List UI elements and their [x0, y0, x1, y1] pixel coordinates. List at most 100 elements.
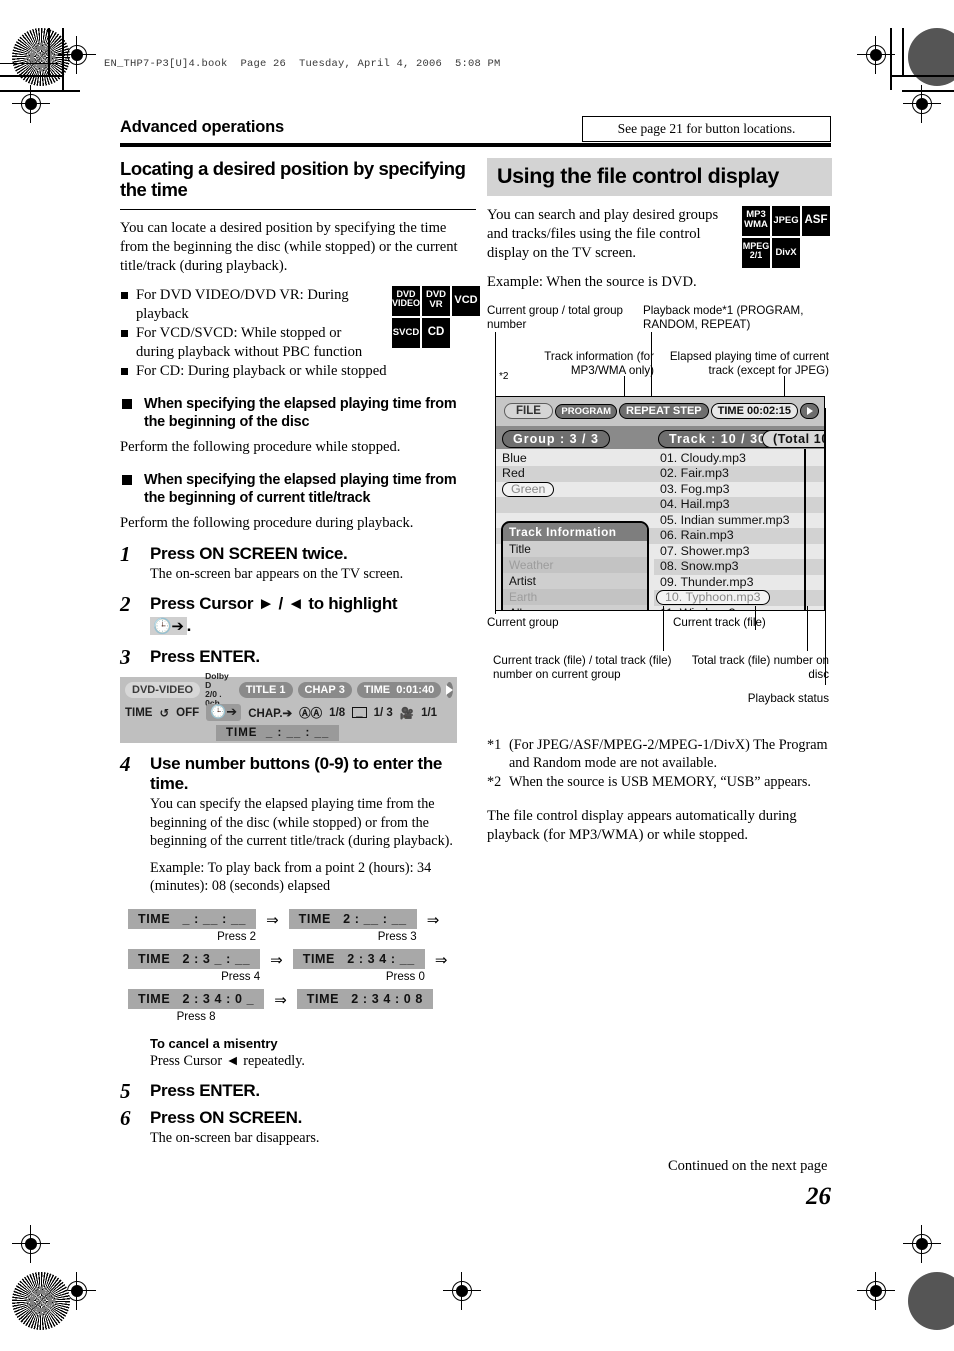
sub2-text: Perform the following procedure during p… [120, 514, 414, 531]
press-label: Press 0 [385, 971, 425, 984]
fcd-track-information-box: Track Information Title Weather Artist E… [501, 520, 649, 610]
step-heading: Press Cursor ► / ◄ to highlight [150, 594, 398, 614]
fcd-track-pane: Track : 10 / 30 (Total 1000) 01. Cloudy.… [654, 425, 824, 610]
time-entry-sequence: TIME _ : __ : __ Press 2 ⇒ TIME 2 : __ :… [128, 909, 476, 1023]
fcd-track-row[interactable]: 03. Fog.mp3 [654, 481, 824, 498]
fcd-group-row[interactable]: Red [496, 466, 654, 482]
format-logo-group: MP3 WMA JPEG ASF MPEG 2/1 DivX [742, 206, 832, 268]
footnote-2: *2 When the source is USB MEMORY, “USB” … [487, 773, 832, 791]
fcd-badge-time: TIME 00:02:15 [710, 403, 798, 420]
fcd-group-row[interactable]: Blue [496, 450, 654, 467]
fcd-track-row[interactable]: 01. Cloudy.mp3 [654, 450, 824, 467]
fcd-selected-track-label: 10. Typhoon.mp3 [656, 590, 770, 606]
osd-repeat-icon: ↺ [159, 705, 170, 720]
annotation-current-group-total: Current group / total group number [487, 303, 623, 331]
osd-audio-icon: ⒶⒶ [299, 705, 323, 720]
time-entry-box: TIME 2 : 3 _ : __ [128, 949, 261, 970]
step-number: 6 [120, 1106, 131, 1131]
fcd-track-row[interactable]: 02. Fair.mp3 [654, 466, 824, 482]
time-entry-box: TIME _ : __ : __ [128, 909, 257, 930]
fcd-track-info-label: Album [503, 605, 647, 610]
on-screen-bar-graphic: DVD-VIDEO Dolby D 2/0 . 0ch TITLE 1 CHAP… [120, 671, 457, 744]
step-number: 5 [120, 1079, 131, 1104]
document-page: EN_THP7-P3[U]4.book Page 26 Tuesday, Apr… [0, 0, 954, 1351]
osd-play-arrow-icon [446, 681, 454, 698]
step-number: 4 [120, 752, 131, 777]
osd-chapter-search: CHAP.➔ [248, 707, 293, 720]
cancel-misentry-heading: To cancel a misentry [150, 1036, 278, 1052]
step-heading: Press ENTER. [150, 1081, 260, 1101]
disc-logo-dvd-vr: DVD VR [422, 286, 450, 317]
page-number: 26 [806, 1183, 831, 1210]
right-example-line: Example: When the source is DVD. [487, 273, 697, 290]
fcd-track-info-label: Artist [509, 573, 536, 588]
osd-angle-icon: 🎥 [399, 705, 415, 720]
annotation-total-on-disc: Total track (file) number on disc [691, 653, 829, 681]
fcd-track-row[interactable]: 07. Shower.mp3 [654, 543, 824, 560]
left-column: Locating a desired position by specifyin… [120, 158, 480, 1148]
right-column: Using the file control display You can s… [487, 158, 832, 855]
fcd-track-row[interactable]: 11. Wind.mp3 [654, 605, 824, 610]
step-number: 3 [120, 645, 131, 670]
see-page-note: See page 21 for button locations. [582, 116, 831, 142]
step-detail-2: Example: To play back from a point 2 (ho… [150, 859, 432, 895]
fcd-total-header: (Total 1000) [762, 429, 824, 448]
continued-note: Continued on the next page [668, 1158, 828, 1174]
annotation-current-group: Current group [487, 615, 559, 629]
time-entry-box: TIME 2 : __ : __ [288, 909, 417, 930]
footnote-block: *1 (For JPEG/ASF/MPEG-2/MPEG-1/DivX) The… [487, 736, 832, 845]
osd-audio-value: 1/8 [329, 706, 346, 719]
fcd-group-row-selected[interactable]: Green [496, 481, 654, 498]
fcd-track-row[interactable]: 06. Rain.mp3 [654, 528, 824, 544]
press-label: Press 8 [176, 1011, 216, 1024]
fcd-track-header: Track : 10 / 30 [658, 429, 778, 448]
banner-using-file-control-display: Using the file control display [487, 158, 832, 196]
running-head: Advanced operations [120, 118, 284, 136]
fcd-group-pane: Group : 3 / 3 Blue Red Green Track Infor… [496, 425, 654, 610]
subheading-elapsed-from-disc: When specifying the elapsed playing time… [120, 395, 476, 431]
fcd-selected-group-label: Green [502, 481, 555, 497]
fcd-badge-program: PROGRAM [555, 403, 618, 419]
fcd-badge-repeat-step: REPEAT STEP [619, 403, 709, 420]
fcd-file-label: FILE [504, 403, 553, 420]
step-2: 2 Press Cursor ► / ◄ to highlight 🕒➔. [120, 592, 476, 636]
osd-time-entry-field: TIME _ : __ : __ [216, 725, 340, 742]
disc-logo-vcd: VCD [452, 286, 480, 317]
format-logo-asf: ASF [802, 206, 830, 236]
step-detail: The on-screen bar appears on the TV scre… [150, 565, 404, 582]
list-item: For CD: During playback or while stopped [120, 362, 476, 381]
section-title-locating: Locating a desired position by specifyin… [120, 158, 466, 201]
fcd-group-header: Group : 3 / 3 [502, 429, 610, 448]
annotation-playback-status: Playback status [747, 691, 829, 705]
step-heading: Press ON SCREEN twice. [150, 543, 348, 563]
registration-mark-left-upper [12, 85, 50, 123]
halftone-circle-br [908, 1272, 954, 1330]
registration-mark-top-right [857, 36, 895, 74]
fcd-track-row-selected[interactable]: 10. Typhoon.mp3 [654, 590, 824, 606]
subheading-elapsed-from-title: When specifying the elapsed playing time… [120, 471, 476, 507]
fcd-track-info-value: Earth [503, 588, 647, 605]
sequence-arrow-icon: ⇒ [266, 913, 279, 930]
sequence-arrow-icon: ⇒ [270, 953, 283, 970]
annotation-elapsed-time: Elapsed playing time of current track (e… [669, 349, 829, 377]
registration-mark-right-lower [903, 1225, 941, 1263]
intro-paragraph: You can locate a desired position by spe… [120, 220, 458, 275]
fcd-track-row[interactable]: 04. Hail.mp3 [654, 497, 824, 513]
fcd-track-row[interactable]: 08. Snow.mp3 [654, 559, 824, 575]
step-5: 5 Press ENTER. [120, 1079, 476, 1104]
right-closing-paragraph: The file control display appears automat… [487, 807, 797, 843]
footnote-mark: *2 [487, 773, 502, 790]
header-rule [120, 143, 831, 147]
right-intro: You can search and play desired groups a… [487, 207, 719, 261]
step-6: 6 Press ON SCREEN. The on-screen bar dis… [120, 1106, 476, 1147]
fcd-track-row[interactable]: 05. Indian summer.mp3 [654, 512, 824, 529]
step-number: 2 [120, 592, 131, 617]
format-logo-mpeg-2-1: MPEG 2/1 [742, 238, 770, 268]
fcd-track-row[interactable]: 09. Thunder.mp3 [654, 574, 824, 591]
annotation-asterisk-2: *2 [499, 370, 509, 382]
osd-audio-format: Dolby D 2/0 . 0ch [205, 670, 229, 708]
osd-chapter-badge: CHAP 3 [297, 681, 352, 698]
halftone-circle-tr [908, 28, 954, 86]
step-1: 1 Press ON SCREEN twice. The on-screen b… [120, 542, 476, 583]
fcd-top-bar: FILE PROGRAM REPEAT STEP TIME 00:02:15 [496, 396, 824, 426]
